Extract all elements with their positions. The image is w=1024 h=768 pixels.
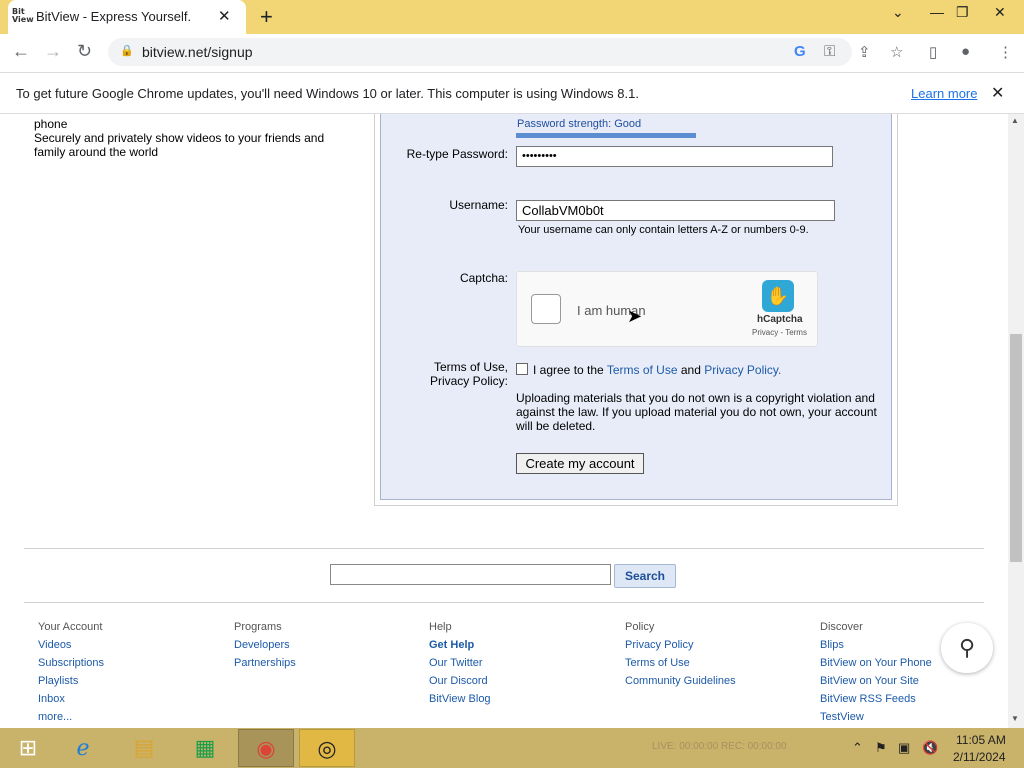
footer-column-programs: Programs Developers Partnerships [234,618,414,672]
tos-label-line2: Privacy Policy: [429,374,508,388]
footer-link-more[interactable]: more... [38,708,218,726]
retype-password-label: Re-type Password: [406,147,508,161]
footer-link-get-help[interactable]: Get Help [429,636,609,654]
footer-link-privacy-policy[interactable]: Privacy Policy [625,636,805,654]
file-explorer-icon[interactable]: ▤ [116,729,172,767]
footer-column-your-account: Your Account Videos Subscriptions Playli… [38,618,218,726]
tos-and: and [680,363,701,377]
window-close-icon[interactable]: ✕ [994,4,1006,21]
scroll-down-arrow-icon[interactable]: ▼ [1011,714,1019,723]
footer-link-discord[interactable]: Our Discord [429,672,609,690]
footer-column-policy: Policy Privacy Policy Terms of Use Commu… [625,618,805,690]
mouse-cursor-icon: ➤ [627,306,643,326]
tos-agree-checkbox[interactable] [516,363,528,375]
action-center-flag-icon[interactable]: ⚑ [875,740,887,756]
new-tab-plus-icon[interactable]: + [260,4,273,30]
create-account-button[interactable]: Create my account [516,453,644,474]
volume-muted-icon[interactable]: 🔇 [922,740,938,756]
footer-link-community-guidelines[interactable]: Community Guidelines [625,672,805,690]
footer-heading: Policy [625,621,655,633]
learn-more-link[interactable]: Learn more [911,86,977,101]
footer-link-developers[interactable]: Developers [234,636,414,654]
network-icon[interactable]: ▣ [898,740,910,756]
tab-search-chevron-icon[interactable]: ⌄ [892,4,904,21]
tos-label-line1: Terms of Use, [433,360,508,374]
bookmark-star-icon[interactable]: ☆ [890,43,903,61]
taskbar-clock-date[interactable]: 2/11/2024 [953,750,1006,764]
footer-column-help: Help Get Help Our Twitter Our Discord Bi… [429,618,609,708]
start-windows-icon[interactable]: ⊞ [0,729,56,767]
captcha-label: Captcha: [459,271,508,285]
google-icon[interactable]: G [794,43,806,60]
profile-avatar-icon[interactable]: ● [961,43,970,60]
terms-of-use-link[interactable]: Terms of Use [607,363,678,377]
back-arrow-icon[interactable]: ← [12,41,30,62]
infobar-close-icon[interactable]: ✕ [991,83,1004,103]
bitview-favicon-icon: Bit View [12,7,34,24]
hcaptcha-brand: hCaptcha [757,314,803,325]
divider [24,602,984,603]
footer-link-videos[interactable]: Videos [38,636,218,654]
hcaptcha-logo-icon: ✋ [762,280,794,312]
footer-heading: Your Account [38,621,103,633]
tos-agree-prefix: I agree to the [533,363,604,377]
footer-link-your-site[interactable]: BitView on Your Site [820,672,1000,690]
url-text[interactable]: bitview.net/signup [142,44,253,60]
show-hidden-icons-chevron-icon[interactable]: ⌃ [852,740,863,756]
feature-description: phone Securely and privately show videos… [34,117,325,159]
password-strength-text: Password strength: Good [517,118,642,130]
obs-status-text: LIVE: 00:00:00 REC: 00:00:00 [652,741,787,752]
hcaptcha-privacy-terms-links[interactable]: Privacy - Terms [752,328,807,337]
search-fab-magnifier-icon[interactable]: ⚲ [941,623,993,673]
footer-link-terms-of-use[interactable]: Terms of Use [625,654,805,672]
privacy-policy-link[interactable]: Privacy Policy. [704,363,781,377]
footer-link-blog[interactable]: BitView Blog [429,690,609,708]
password-strength-bar [516,133,696,138]
reload-icon[interactable]: ↻ [77,41,92,62]
copyright-warning: Uploading materials that you do not own … [516,391,877,433]
share-icon[interactable]: ⇪ [858,43,871,61]
internet-explorer-icon[interactable]: ℯ [55,729,111,767]
tab-close-icon[interactable]: ✕ [218,7,231,25]
footer-link-testview[interactable]: TestView [820,708,1000,726]
menu-kebab-icon[interactable]: ⋮ [998,43,1013,61]
tos-agree-text: I agree to the Terms of Use and Privacy … [533,363,781,377]
taskbar-clock-time[interactable]: 11:05 AM [956,733,1006,747]
retype-password-input[interactable]: ••••••••• [516,146,833,167]
footer-heading: Help [429,621,452,633]
footer-link-partnerships[interactable]: Partnerships [234,654,414,672]
footer-link-playlists[interactable]: Playlists [38,672,218,690]
scrollbar-thumb[interactable] [1010,334,1022,562]
search-input[interactable] [330,564,611,585]
footer-link-subscriptions[interactable]: Subscriptions [38,654,218,672]
side-panel-icon[interactable]: ▯ [929,43,937,61]
search-button[interactable]: Search [614,564,676,588]
footer-link-rss[interactable]: BitView RSS Feeds [820,690,1000,708]
key-icon[interactable]: ⚿ [824,43,835,60]
divider [24,548,984,549]
hcaptcha-checkbox[interactable] [531,294,561,324]
footer-heading: Programs [234,621,282,633]
username-label: Username: [449,198,508,212]
username-input[interactable]: CollabVM0b0t [516,200,835,221]
chrome-taskbar-icon[interactable]: ◉ [238,729,294,767]
forward-arrow-icon[interactable]: → [44,41,62,62]
obs-taskbar-icon[interactable]: ◎ [299,729,355,767]
infobar-message: To get future Google Chrome updates, you… [16,86,639,101]
restore-icon[interactable]: ❐ [956,4,969,21]
footer-link-twitter[interactable]: Our Twitter [429,654,609,672]
footer-link-inbox[interactable]: Inbox [38,690,218,708]
lock-icon[interactable]: 🔒 [120,44,134,57]
minimize-icon[interactable]: — [930,4,944,20]
scroll-up-arrow-icon[interactable]: ▲ [1011,116,1019,125]
store-icon[interactable]: ▦ [177,729,233,767]
tab-title: BitView - Express Yourself. [36,9,192,24]
username-hint: Your username can only contain letters A… [518,224,809,236]
